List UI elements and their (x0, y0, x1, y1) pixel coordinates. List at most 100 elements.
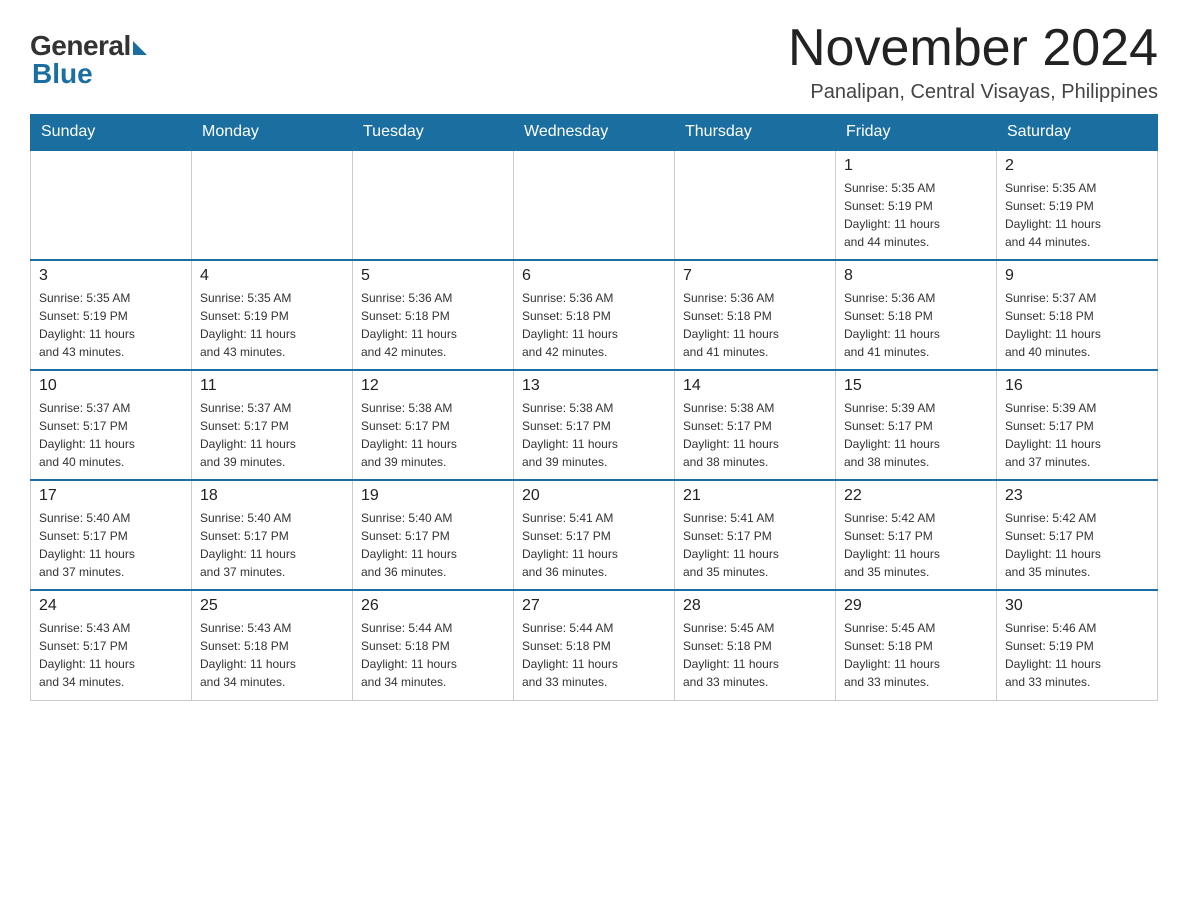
calendar-cell: 8 Sunrise: 5:36 AMSunset: 5:18 PMDaylight… (836, 260, 997, 370)
calendar-cell: 23 Sunrise: 5:42 AMSunset: 5:17 PMDayligh… (997, 480, 1158, 590)
day-info: Sunrise: 5:35 AMSunset: 5:19 PMDaylight:… (844, 179, 988, 251)
calendar-cell (192, 150, 353, 260)
calendar-cell: 26 Sunrise: 5:44 AMSunset: 5:18 PMDayligh… (353, 590, 514, 700)
day-number: 23 (1005, 487, 1149, 505)
week-row-3: 10 Sunrise: 5:37 AMSunset: 5:17 PMDayligh… (31, 370, 1158, 480)
day-info: Sunrise: 5:41 AMSunset: 5:17 PMDaylight:… (683, 509, 827, 581)
day-info: Sunrise: 5:36 AMSunset: 5:18 PMDaylight:… (844, 289, 988, 361)
calendar-cell (353, 150, 514, 260)
day-info: Sunrise: 5:40 AMSunset: 5:17 PMDaylight:… (39, 509, 183, 581)
calendar-cell: 22 Sunrise: 5:42 AMSunset: 5:17 PMDayligh… (836, 480, 997, 590)
day-number: 8 (844, 267, 988, 285)
day-number: 2 (1005, 157, 1149, 175)
day-number: 4 (200, 267, 344, 285)
calendar-header-saturday: Saturday (997, 115, 1158, 151)
calendar-cell: 19 Sunrise: 5:40 AMSunset: 5:17 PMDayligh… (353, 480, 514, 590)
day-number: 10 (39, 377, 183, 395)
day-info: Sunrise: 5:37 AMSunset: 5:18 PMDaylight:… (1005, 289, 1149, 361)
calendar-cell: 21 Sunrise: 5:41 AMSunset: 5:17 PMDayligh… (675, 480, 836, 590)
day-info: Sunrise: 5:42 AMSunset: 5:17 PMDaylight:… (844, 509, 988, 581)
calendar-cell: 28 Sunrise: 5:45 AMSunset: 5:18 PMDayligh… (675, 590, 836, 700)
calendar-cell: 16Sunrise: 5:39 AMSunset: 5:17 PMDayligh… (997, 370, 1158, 480)
day-info: Sunrise: 5:37 AMSunset: 5:17 PMDaylight:… (39, 399, 183, 471)
logo-triangle-icon (133, 41, 147, 55)
day-number: 20 (522, 487, 666, 505)
week-row-4: 17 Sunrise: 5:40 AMSunset: 5:17 PMDayligh… (31, 480, 1158, 590)
calendar-cell: 17 Sunrise: 5:40 AMSunset: 5:17 PMDayligh… (31, 480, 192, 590)
calendar-cell: 4 Sunrise: 5:35 AMSunset: 5:19 PMDaylight… (192, 260, 353, 370)
day-number: 29 (844, 597, 988, 615)
day-info: Sunrise: 5:40 AMSunset: 5:17 PMDaylight:… (361, 509, 505, 581)
location-text: Panalipan, Central Visayas, Philippines (788, 81, 1158, 104)
calendar-cell: 2 Sunrise: 5:35 AMSunset: 5:19 PMDaylight… (997, 150, 1158, 260)
calendar-cell: 15Sunrise: 5:39 AMSunset: 5:17 PMDayligh… (836, 370, 997, 480)
day-number: 30 (1005, 597, 1149, 615)
calendar-header-tuesday: Tuesday (353, 115, 514, 151)
calendar-cell: 25Sunrise: 5:43 AMSunset: 5:18 PMDayligh… (192, 590, 353, 700)
day-info: Sunrise: 5:37 AMSunset: 5:17 PMDaylight:… (200, 399, 344, 471)
day-info: Sunrise: 5:45 AMSunset: 5:18 PMDaylight:… (683, 619, 827, 691)
calendar-cell: 10 Sunrise: 5:37 AMSunset: 5:17 PMDayligh… (31, 370, 192, 480)
day-number: 28 (683, 597, 827, 615)
calendar-header-wednesday: Wednesday (514, 115, 675, 151)
month-title: November 2024 (788, 20, 1158, 77)
day-info: Sunrise: 5:41 AMSunset: 5:17 PMDaylight:… (522, 509, 666, 581)
day-number: 13 (522, 377, 666, 395)
week-row-5: 24 Sunrise: 5:43 AMSunset: 5:17 PMDayligh… (31, 590, 1158, 700)
day-info: Sunrise: 5:36 AMSunset: 5:18 PMDaylight:… (361, 289, 505, 361)
calendar-cell: 9Sunrise: 5:37 AMSunset: 5:18 PMDaylight… (997, 260, 1158, 370)
calendar-cell: 13 Sunrise: 5:38 AMSunset: 5:17 PMDayligh… (514, 370, 675, 480)
calendar-cell: 24 Sunrise: 5:43 AMSunset: 5:17 PMDayligh… (31, 590, 192, 700)
day-info: Sunrise: 5:36 AMSunset: 5:18 PMDaylight:… (683, 289, 827, 361)
calendar-cell: 11 Sunrise: 5:37 AMSunset: 5:17 PMDayligh… (192, 370, 353, 480)
calendar-header-thursday: Thursday (675, 115, 836, 151)
day-info: Sunrise: 5:43 AMSunset: 5:17 PMDaylight:… (39, 619, 183, 691)
week-row-2: 3Sunrise: 5:35 AMSunset: 5:19 PMDaylight… (31, 260, 1158, 370)
day-info: Sunrise: 5:38 AMSunset: 5:17 PMDaylight:… (522, 399, 666, 471)
day-number: 5 (361, 267, 505, 285)
calendar-cell: 1 Sunrise: 5:35 AMSunset: 5:19 PMDaylight… (836, 150, 997, 260)
day-info: Sunrise: 5:35 AMSunset: 5:19 PMDaylight:… (39, 289, 183, 361)
day-info: Sunrise: 5:46 AMSunset: 5:19 PMDaylight:… (1005, 619, 1149, 691)
day-info: Sunrise: 5:35 AMSunset: 5:19 PMDaylight:… (1005, 179, 1149, 251)
calendar-header-friday: Friday (836, 115, 997, 151)
day-info: Sunrise: 5:38 AMSunset: 5:17 PMDaylight:… (361, 399, 505, 471)
calendar-cell: 14Sunrise: 5:38 AMSunset: 5:17 PMDayligh… (675, 370, 836, 480)
day-number: 24 (39, 597, 183, 615)
day-number: 17 (39, 487, 183, 505)
day-number: 19 (361, 487, 505, 505)
day-info: Sunrise: 5:36 AMSunset: 5:18 PMDaylight:… (522, 289, 666, 361)
day-number: 7 (683, 267, 827, 285)
calendar-cell: 3Sunrise: 5:35 AMSunset: 5:19 PMDaylight… (31, 260, 192, 370)
day-number: 11 (200, 377, 344, 395)
day-number: 21 (683, 487, 827, 505)
calendar-cell: 20 Sunrise: 5:41 AMSunset: 5:17 PMDayligh… (514, 480, 675, 590)
day-info: Sunrise: 5:42 AMSunset: 5:17 PMDaylight:… (1005, 509, 1149, 581)
day-info: Sunrise: 5:44 AMSunset: 5:18 PMDaylight:… (361, 619, 505, 691)
day-number: 1 (844, 157, 988, 175)
day-number: 25 (200, 597, 344, 615)
calendar-cell: 18Sunrise: 5:40 AMSunset: 5:17 PMDayligh… (192, 480, 353, 590)
calendar-cell: 7 Sunrise: 5:36 AMSunset: 5:18 PMDaylight… (675, 260, 836, 370)
calendar-cell: 6Sunrise: 5:36 AMSunset: 5:18 PMDaylight… (514, 260, 675, 370)
day-info: Sunrise: 5:44 AMSunset: 5:18 PMDaylight:… (522, 619, 666, 691)
day-number: 22 (844, 487, 988, 505)
calendar-header-sunday: Sunday (31, 115, 192, 151)
week-row-1: 1 Sunrise: 5:35 AMSunset: 5:19 PMDaylight… (31, 150, 1158, 260)
day-number: 14 (683, 377, 827, 395)
day-number: 27 (522, 597, 666, 615)
title-section: November 2024 Panalipan, Central Visayas… (788, 20, 1158, 104)
calendar-cell (31, 150, 192, 260)
calendar-cell: 27 Sunrise: 5:44 AMSunset: 5:18 PMDayligh… (514, 590, 675, 700)
calendar-cell: 5 Sunrise: 5:36 AMSunset: 5:18 PMDaylight… (353, 260, 514, 370)
day-info: Sunrise: 5:35 AMSunset: 5:19 PMDaylight:… (200, 289, 344, 361)
calendar-cell: 12Sunrise: 5:38 AMSunset: 5:17 PMDayligh… (353, 370, 514, 480)
day-number: 26 (361, 597, 505, 615)
calendar-cell (514, 150, 675, 260)
calendar-cell: 30 Sunrise: 5:46 AMSunset: 5:19 PMDayligh… (997, 590, 1158, 700)
logo: General Blue (30, 20, 147, 90)
day-info: Sunrise: 5:39 AMSunset: 5:17 PMDaylight:… (1005, 399, 1149, 471)
day-info: Sunrise: 5:45 AMSunset: 5:18 PMDaylight:… (844, 619, 988, 691)
calendar-cell: 29 Sunrise: 5:45 AMSunset: 5:18 PMDayligh… (836, 590, 997, 700)
day-info: Sunrise: 5:40 AMSunset: 5:17 PMDaylight:… (200, 509, 344, 581)
